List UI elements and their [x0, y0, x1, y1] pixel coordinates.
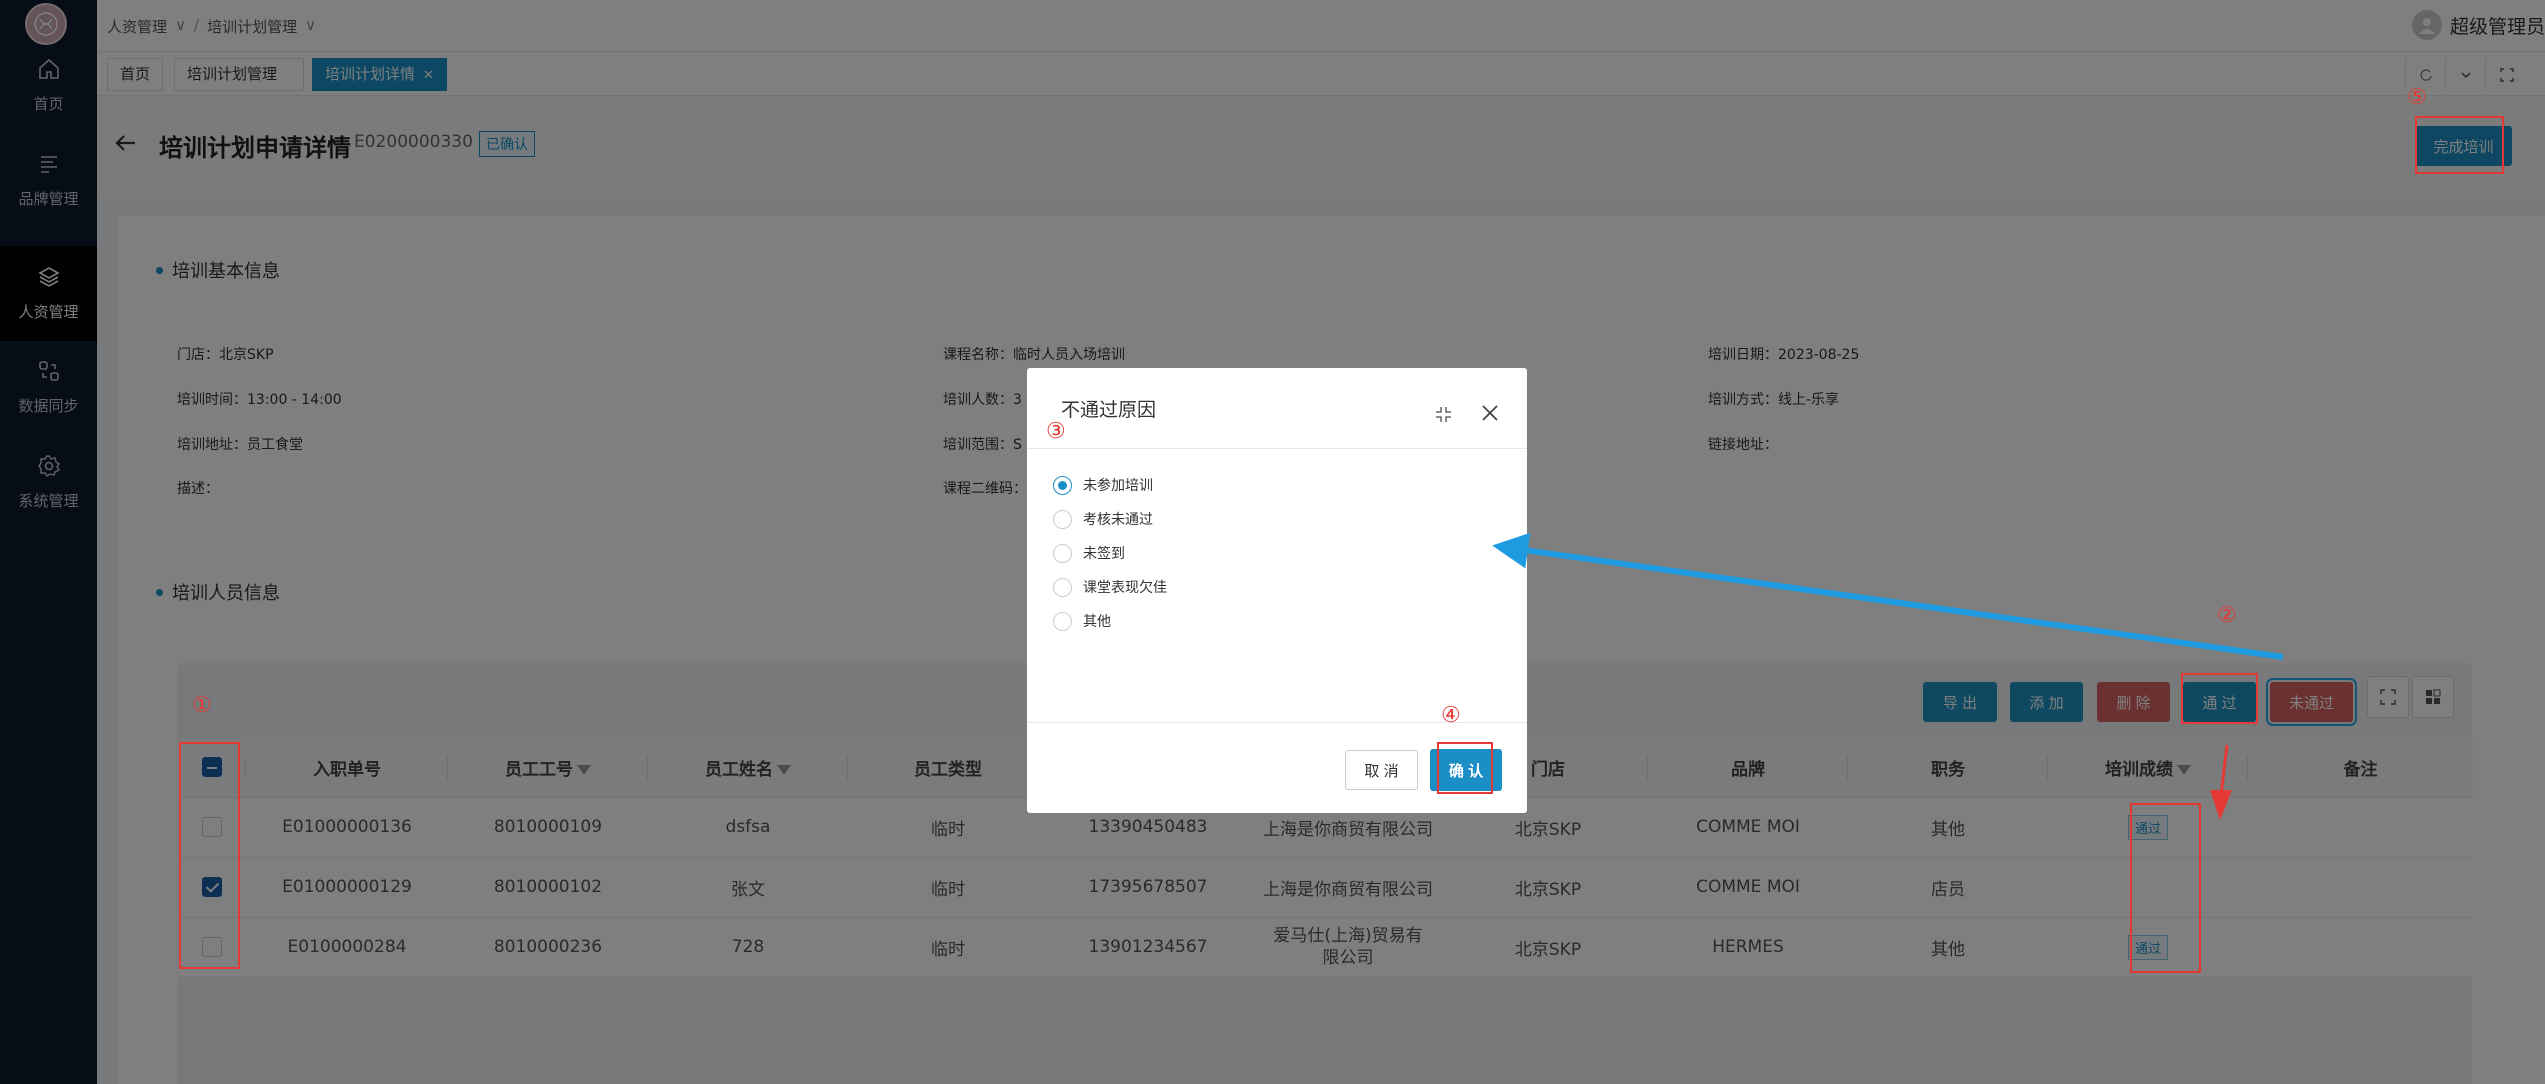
reason-option[interactable]: 其他 [1053, 611, 1111, 631]
annotation-box-scores [2130, 803, 2201, 973]
cancel-button[interactable]: 取 消 [1345, 750, 1418, 790]
option-label: 课堂表现欠佳 [1083, 580, 1167, 596]
annotation-number: ⑤ [2407, 85, 2427, 110]
radio-button[interactable] [1053, 509, 1072, 529]
reason-option[interactable]: 课堂表现欠佳 [1053, 577, 1167, 597]
annotation-box-checkboxes [179, 742, 240, 969]
annotation-number: ④ [1441, 703, 1461, 728]
maximize-icon[interactable] [1435, 406, 1452, 427]
reason-option[interactable]: 未签到 [1053, 543, 1125, 563]
annotation-number: ② [2217, 603, 2237, 628]
option-label: 未签到 [1083, 546, 1125, 562]
annotation-box-finish [2415, 116, 2504, 174]
annotation-number: ③ [1046, 419, 1066, 444]
reason-option[interactable]: 未参加培训 [1053, 475, 1153, 495]
option-label: 未参加培训 [1083, 478, 1153, 494]
reason-option[interactable]: 考核未通过 [1053, 509, 1153, 529]
close-icon[interactable] [1481, 404, 1499, 426]
radio-button[interactable] [1053, 577, 1072, 597]
radio-button[interactable] [1053, 543, 1072, 563]
annotation-box-buttons [2181, 673, 2258, 724]
radio-button[interactable] [1053, 475, 1072, 495]
annotation-box-confirm [1437, 742, 1493, 794]
dialog-title: 不通过原因 [1061, 399, 1157, 421]
option-label: 考核未通过 [1083, 512, 1153, 528]
annotation-number: ① [192, 693, 212, 718]
option-label: 其他 [1083, 614, 1111, 630]
divider [1027, 448, 1527, 449]
radio-button[interactable] [1053, 611, 1072, 631]
